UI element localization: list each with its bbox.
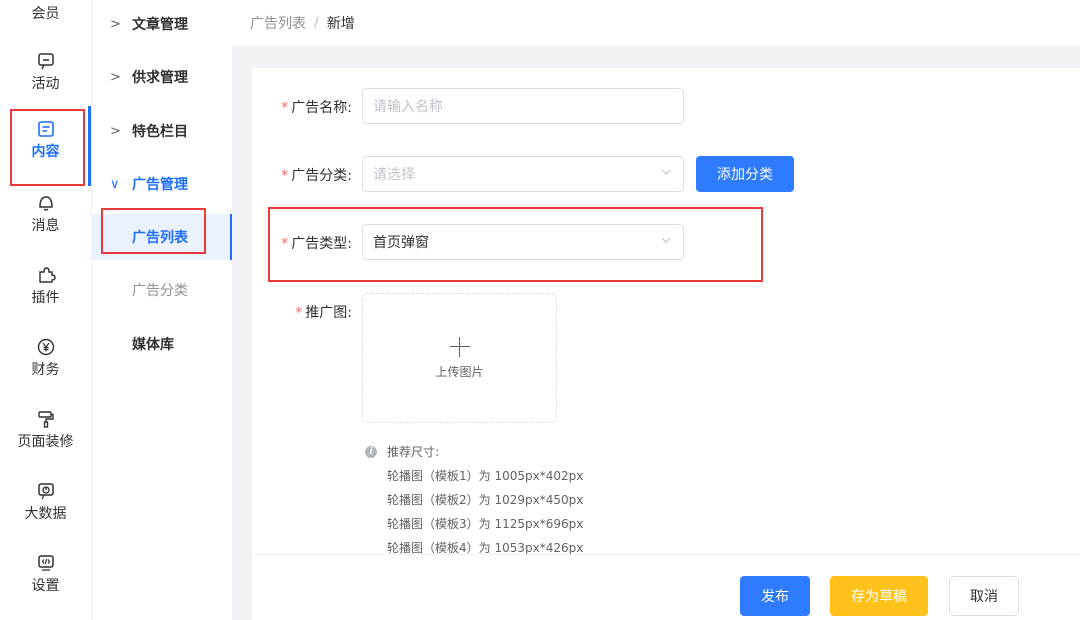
ad-type-value: 首页弹窗 [373,235,429,251]
image-upload[interactable]: 上传图片 [362,293,557,423]
ad-form: * 广告名称: 请输入名称 * 广告分类: 请选择 添加分类 * 广告类型: 首页弹窗… [252,68,1080,620]
add-category-button[interactable]: 添加分类 [696,156,794,192]
ad-category-select[interactable]: 请选择 [362,156,684,192]
menu-label: 广告管理 [132,177,188,193]
upload-label: 上传图片 [435,364,484,379]
form-footer: 发布 存为草稿 取消 [252,554,1080,620]
nav-item-label: 财务 [31,362,60,378]
nav-item-activity[interactable]: 活动 [0,50,91,120]
save-draft-button[interactable]: 存为草稿 [830,576,928,616]
ad-name-label: * 广告名称: [281,100,352,116]
nav-item-label: 页面装修 [17,434,74,450]
size-tips: i 推荐尺寸: 轮播图（模板1）为 1005px*402px 轮播图（模板2）为… [365,440,583,560]
ad-name-input[interactable]: 请输入名称 [362,88,684,124]
nav-item-finance[interactable]: 财务 [0,336,91,406]
chevron-down-icon: ∨ [110,176,120,192]
info-icon: i [365,446,377,458]
ad-category-placeholder: 请选择 [373,167,415,183]
menu-feature[interactable]: > 特色栏目 [92,111,232,151]
bell-icon [35,192,57,214]
cancel-button[interactable]: 取消 [949,576,1019,616]
menu-media[interactable]: 媒体库 [92,324,232,364]
content-icon [35,118,57,140]
chevron-right-icon: > [110,123,121,139]
menu-label: 文章管理 [132,17,188,33]
ad-type-label: * 广告类型: [281,236,352,252]
nav-item-bigdata[interactable]: 大数据 [0,480,91,550]
chevron-right-icon: > [110,69,121,85]
submenu-ad-category[interactable]: 广告分类 [92,270,232,310]
submenu-label: 广告列表 [132,230,188,246]
activity-icon [35,50,57,72]
secondary-sidebar: > 文章管理 > 供求管理 > 特色栏目 ∨ 广告管理 广告列表 广告分类 媒体… [91,0,232,620]
breadcrumb: 广告列表 / 新增 [232,0,1080,46]
ad-name-placeholder: 请输入名称 [373,99,443,115]
tips-line: 轮播图（模板3）为 1125px*696px [387,517,584,531]
nav-item-content[interactable]: 内容 [0,118,91,188]
ad-category-label: * 广告分类: [281,168,352,184]
breadcrumb-parent[interactable]: 广告列表 [250,13,306,33]
chevron-down-icon [661,237,671,243]
nav-item-message[interactable]: 消息 [0,192,91,262]
puzzle-icon [35,264,57,286]
tips-line: 轮播图（模板1）为 1005px*402px [387,469,584,483]
menu-ad[interactable]: ∨ 广告管理 [92,164,232,204]
paint-roller-icon [35,408,57,430]
menu-label: 特色栏目 [132,124,188,140]
nav-item-settings[interactable]: 设置 [0,552,91,620]
tips-line: 轮播图（模板2）为 1029px*450px [387,493,584,507]
breadcrumb-current: 新增 [326,16,355,32]
nav-item-label: 会员 [31,6,60,22]
nav-item-label: 消息 [31,218,60,234]
nav-item-label: 活动 [31,76,60,92]
ad-type-select[interactable]: 首页弹窗 [362,224,684,260]
chart-icon [35,480,57,502]
plus-icon [449,336,470,357]
submenu-label: 广告分类 [132,283,188,299]
nav-item-label: 插件 [31,290,60,306]
nav-item-label: 大数据 [24,506,67,522]
chevron-down-icon [661,169,671,175]
submenu-ad-list[interactable]: 广告列表 [92,214,232,260]
nav-item-plugin[interactable]: 插件 [0,264,91,334]
nav-item-label: 设置 [31,578,60,594]
nav-item-label: 内容 [31,144,60,160]
ad-image-label: * 推广图: [295,305,352,321]
menu-supply[interactable]: > 供求管理 [92,57,232,97]
nav-item-page-decor[interactable]: 页面装修 [0,408,91,478]
menu-article[interactable]: > 文章管理 [92,4,232,44]
publish-button[interactable]: 发布 [740,576,810,616]
breadcrumb-separator: / [314,15,319,31]
menu-label: 媒体库 [132,337,174,353]
menu-label: 供求管理 [132,70,188,86]
yuan-icon [35,336,57,358]
chevron-right-icon: > [110,16,121,32]
primary-sidebar: 会员 活动 内容 消息 插件 财务 页面装修 大数据 设置 [0,0,91,620]
code-icon [35,552,57,574]
tips-title: 推荐尺寸: [387,445,440,459]
